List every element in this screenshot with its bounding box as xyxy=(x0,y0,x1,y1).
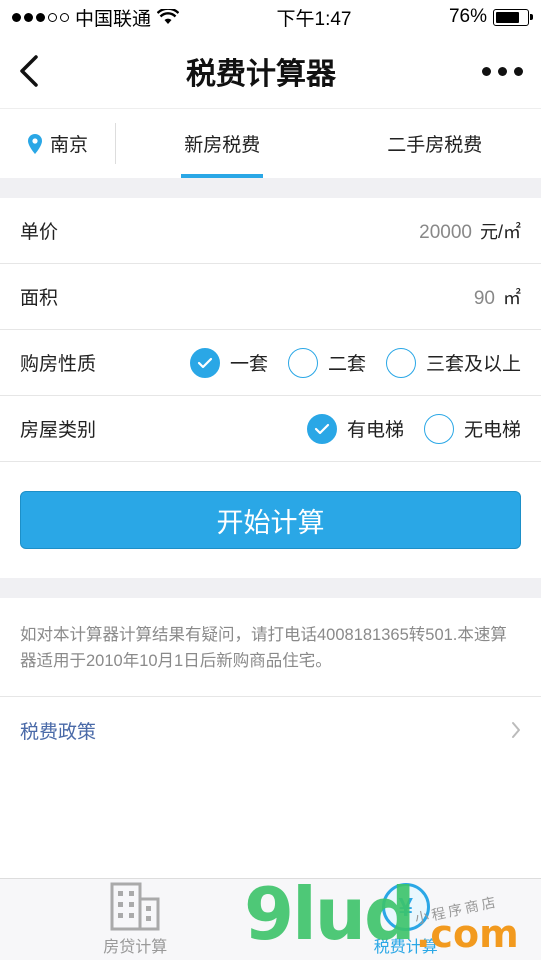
purchase-type-label: 购房性质 xyxy=(20,354,97,375)
house-type-label: 房屋类别 xyxy=(20,420,97,441)
nav-bar: 税费计算器 xyxy=(0,34,541,108)
house-option-label: 有电梯 xyxy=(346,420,404,441)
purchase-option-label: 二套 xyxy=(327,354,366,375)
purchase-option-label: 三套及以上 xyxy=(425,354,521,375)
bottom-nav-loan[interactable]: 房贷计算 xyxy=(0,879,271,960)
city-selector[interactable]: 南京 xyxy=(0,109,116,178)
status-bar: 中国联通 下午1:47 76% xyxy=(0,0,541,34)
carrier-label: 中国联通 xyxy=(75,8,152,30)
house-option-label: 无电梯 xyxy=(463,420,521,441)
area-unit: ㎡ xyxy=(503,287,521,308)
house-option-no-elevator[interactable]: 无电梯 xyxy=(423,413,521,444)
notice-text: 如对本计算器计算结果有疑问，请打电话4008181365转501.本速算器适用于… xyxy=(0,598,541,697)
tab-bar: 南京 新房税费 二手房税费 xyxy=(0,108,541,178)
battery-icon xyxy=(493,8,533,26)
area-label: 面积 xyxy=(20,288,59,309)
radio-unchecked-icon xyxy=(287,347,318,378)
battery-percent: 76% xyxy=(448,6,487,27)
signal-icon xyxy=(12,12,69,22)
radio-checked-icon xyxy=(189,347,220,378)
tab-new-house[interactable]: 新房税费 xyxy=(116,109,329,178)
more-icon[interactable] xyxy=(482,66,523,76)
purchase-option-label: 一套 xyxy=(229,354,268,375)
area-row[interactable]: 面积 90 ㎡ xyxy=(0,264,541,330)
wifi-icon xyxy=(157,9,180,24)
city-label: 南京 xyxy=(49,135,88,156)
clock: 下午1:47 xyxy=(276,8,352,30)
chevron-right-icon xyxy=(512,722,520,738)
radio-checked-icon xyxy=(306,413,337,444)
watermark-logo: 9lud xyxy=(244,872,416,956)
price-label: 单价 xyxy=(20,222,59,243)
section-divider xyxy=(0,178,541,198)
house-type-row: 房屋类别 有电梯 无电梯 xyxy=(0,396,541,462)
price-unit: 元/㎡ xyxy=(479,221,521,242)
house-option-elevator[interactable]: 有电梯 xyxy=(306,413,404,444)
tax-policy-link[interactable]: 税费政策 xyxy=(0,697,541,763)
price-row[interactable]: 单价 20000 元/㎡ xyxy=(0,198,541,264)
location-pin-icon xyxy=(27,133,42,154)
purchase-option-first[interactable]: 一套 xyxy=(189,347,268,378)
button-container: 开始计算 xyxy=(0,462,541,578)
area-input[interactable]: 90 xyxy=(474,288,495,310)
back-icon[interactable] xyxy=(18,54,40,88)
purchase-option-third[interactable]: 三套及以上 xyxy=(385,347,521,378)
building-icon xyxy=(110,882,160,931)
section-divider xyxy=(0,578,541,598)
radio-unchecked-icon xyxy=(385,347,416,378)
price-input[interactable]: 20000 xyxy=(419,222,472,244)
radio-unchecked-icon xyxy=(423,413,454,444)
calculate-button[interactable]: 开始计算 xyxy=(20,491,521,549)
page-title: 税费计算器 xyxy=(186,58,336,91)
tab-second-hand[interactable]: 二手房税费 xyxy=(329,109,541,178)
purchase-option-second[interactable]: 二套 xyxy=(287,347,366,378)
purchase-type-row: 购房性质 一套 二套 三套及以上 xyxy=(0,330,541,396)
policy-label: 税费政策 xyxy=(20,721,97,743)
bottom-nav-label: 房贷计算 xyxy=(103,939,168,956)
